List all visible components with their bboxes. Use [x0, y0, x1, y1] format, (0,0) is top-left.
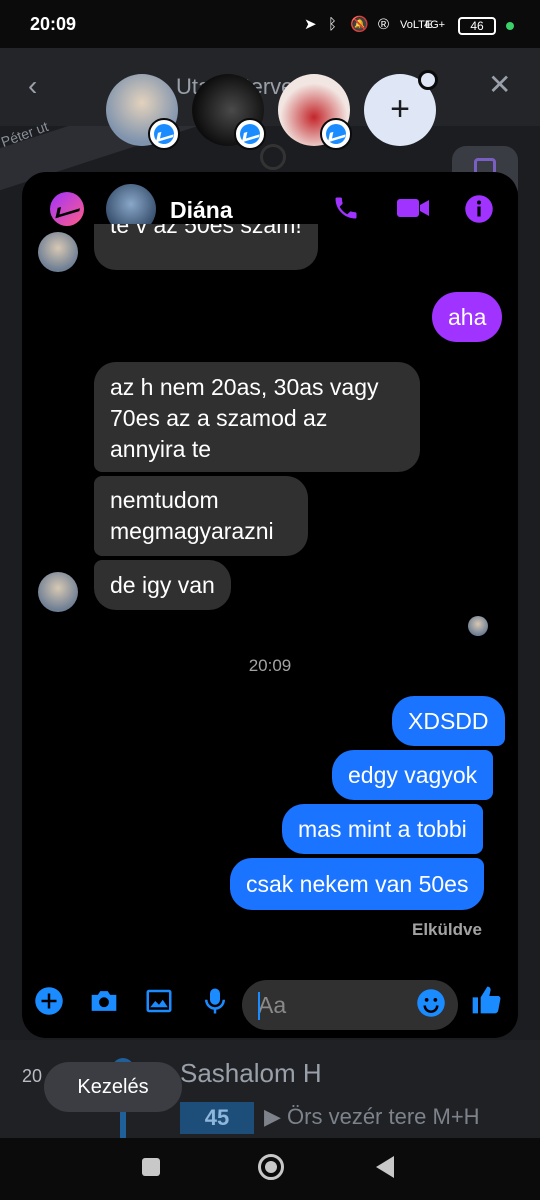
close-icon[interactable]: ✕ — [488, 68, 511, 101]
mute-icon: 🔕 — [350, 16, 369, 33]
battery-icon: 46 — [458, 17, 496, 35]
messenger-logo-icon[interactable] — [50, 192, 84, 226]
notification-dot-icon — [418, 70, 438, 90]
contact-name[interactable]: Diána — [170, 197, 233, 224]
composer-bar — [22, 972, 518, 1038]
recents-icon[interactable] — [142, 1158, 160, 1176]
video-icon[interactable] — [396, 194, 430, 228]
message-bubble-outgoing[interactable]: edgy vagyok — [332, 750, 494, 800]
toast-button[interactable]: Kezelés — [44, 1062, 182, 1112]
message-bubble-incoming[interactable]: te v az 50es szam! — [94, 224, 318, 270]
destination-text: Örs vezér tere M+H — [287, 1104, 480, 1129]
registered-icon: ® — [378, 16, 390, 33]
microphone-icon[interactable] — [200, 986, 232, 1018]
message-bubble-incoming[interactable]: nemtudom megmagyarazni — [94, 476, 308, 556]
bluetooth-icon: ᛒ — [328, 16, 338, 33]
message-bubble-outgoing[interactable]: csak nekem van 50es — [230, 858, 485, 910]
sent-status: Elküldve — [412, 920, 482, 939]
destination: ▶ Örs vezér tere M+H — [264, 1104, 480, 1129]
status-icons: ➤ ᛒ 🔕 ® VoLTE 4G+ 46 — [300, 14, 520, 36]
message-bubble-incoming[interactable]: de igy van — [94, 560, 231, 610]
line-number-badge: 45 — [180, 1102, 254, 1134]
plus-icon[interactable] — [34, 986, 66, 1018]
front-camera — [260, 144, 286, 170]
back-arrow-icon[interactable]: ‹ — [28, 70, 37, 102]
chat-window: Diána te v az 50es szam! aha az h nem 20… — [22, 172, 518, 1038]
message-timestamp: 20:09 — [248, 656, 292, 675]
network-label: 4G+ — [424, 19, 446, 31]
status-bar: 20:09 ➤ ᛒ 🔕 ® VoLTE 4G+ 46 — [0, 0, 540, 48]
camera-icon[interactable] — [88, 986, 120, 1018]
departure-time: 20 — [22, 1066, 43, 1086]
back-icon[interactable] — [376, 1156, 394, 1178]
stop-name: Sashalom H — [180, 1058, 322, 1088]
location-icon: ➤ — [304, 16, 317, 33]
phone-icon[interactable] — [332, 194, 360, 228]
privacy-dot-icon — [506, 22, 514, 30]
status-time: 20:09 — [30, 14, 77, 34]
message-bubble-outgoing[interactable]: aha — [432, 292, 503, 342]
message-bubble-outgoing[interactable]: XDSDD — [392, 696, 505, 746]
messenger-badge-icon — [148, 118, 180, 150]
thumbs-up-icon[interactable] — [470, 984, 502, 1016]
sender-avatar[interactable] — [38, 232, 78, 272]
messenger-badge-icon — [234, 118, 266, 150]
sender-avatar[interactable] — [38, 572, 78, 612]
info-icon[interactable] — [464, 194, 494, 230]
message-bubble-outgoing[interactable]: mas mint a tobbi — [282, 804, 483, 854]
read-receipt-avatar — [468, 616, 488, 636]
message-text: te v az 50es szam! — [110, 224, 302, 238]
messenger-badge-icon — [320, 118, 352, 150]
image-icon[interactable] — [144, 986, 176, 1018]
emoji-icon[interactable] — [416, 988, 448, 1020]
system-nav-bar — [0, 1138, 540, 1200]
text-caret — [258, 992, 260, 1020]
message-bubble-incoming[interactable]: az h nem 20as, 30as vagy 70es az a szamo… — [94, 362, 420, 472]
home-icon[interactable] — [258, 1154, 284, 1180]
